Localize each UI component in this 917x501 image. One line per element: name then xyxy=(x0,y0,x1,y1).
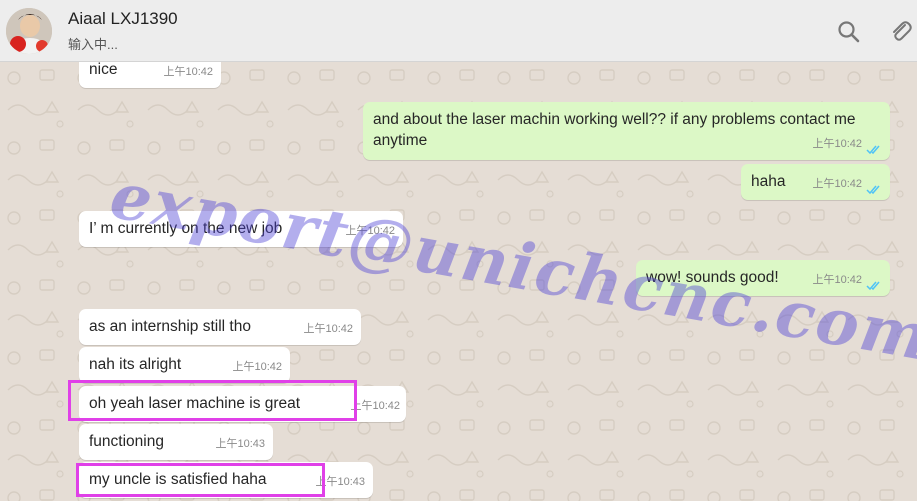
message-text: as an internship still tho xyxy=(89,318,251,335)
message-time: 上午10:42 xyxy=(345,225,395,237)
message-time: 上午10:43 xyxy=(215,438,265,450)
message-text: wow! sounds good! xyxy=(646,269,779,286)
message-time: 上午10:42 xyxy=(232,361,282,373)
message-time: 上午10:42 xyxy=(812,138,862,150)
message-time: 上午10:42 xyxy=(163,66,213,78)
message-time: 上午10:42 xyxy=(303,323,353,335)
message-time: 上午10:42 xyxy=(350,400,400,412)
message-incoming[interactable]: as an internship still tho 上午10:42 xyxy=(79,309,361,345)
double-check-icon xyxy=(866,281,880,291)
chat-panel[interactable]: nice 上午10:42 and about the laser machin … xyxy=(0,62,917,501)
double-check-icon xyxy=(866,185,880,195)
message-outgoing[interactable]: haha 上午10:42 xyxy=(741,164,890,200)
message-incoming[interactable]: nah its alright 上午10:42 xyxy=(79,347,290,383)
message-text: nice xyxy=(89,62,118,78)
message-text: I’ m currently on the new job xyxy=(89,220,283,237)
message-time: 上午10:42 xyxy=(812,274,862,286)
attach-icon[interactable] xyxy=(888,19,914,45)
message-text: functioning xyxy=(89,433,164,450)
message-text: nah its alright xyxy=(89,356,182,373)
message-incoming[interactable]: nice 上午10:42 xyxy=(79,62,221,88)
message-text: haha xyxy=(751,173,786,190)
typing-status: 输入中... xyxy=(68,37,118,52)
highlight-box xyxy=(68,380,357,421)
message-outgoing[interactable]: and about the laser machin working well?… xyxy=(363,102,890,160)
highlight-box xyxy=(76,463,325,497)
search-icon[interactable] xyxy=(836,19,862,45)
message-outgoing[interactable]: wow! sounds good! 上午10:42 xyxy=(636,260,890,296)
avatar[interactable] xyxy=(6,8,52,54)
message-text: and about the laser machin working well?… xyxy=(373,111,856,149)
contact-name[interactable]: Aiaal LXJ1390 xyxy=(68,9,178,29)
double-check-icon xyxy=(866,145,880,155)
message-incoming[interactable]: I’ m currently on the new job 上午10:42 xyxy=(79,211,403,247)
message-incoming[interactable]: functioning 上午10:43 xyxy=(79,424,273,460)
message-time: 上午10:42 xyxy=(812,178,862,190)
chat-header: Aiaal LXJ1390 输入中... xyxy=(0,0,917,62)
